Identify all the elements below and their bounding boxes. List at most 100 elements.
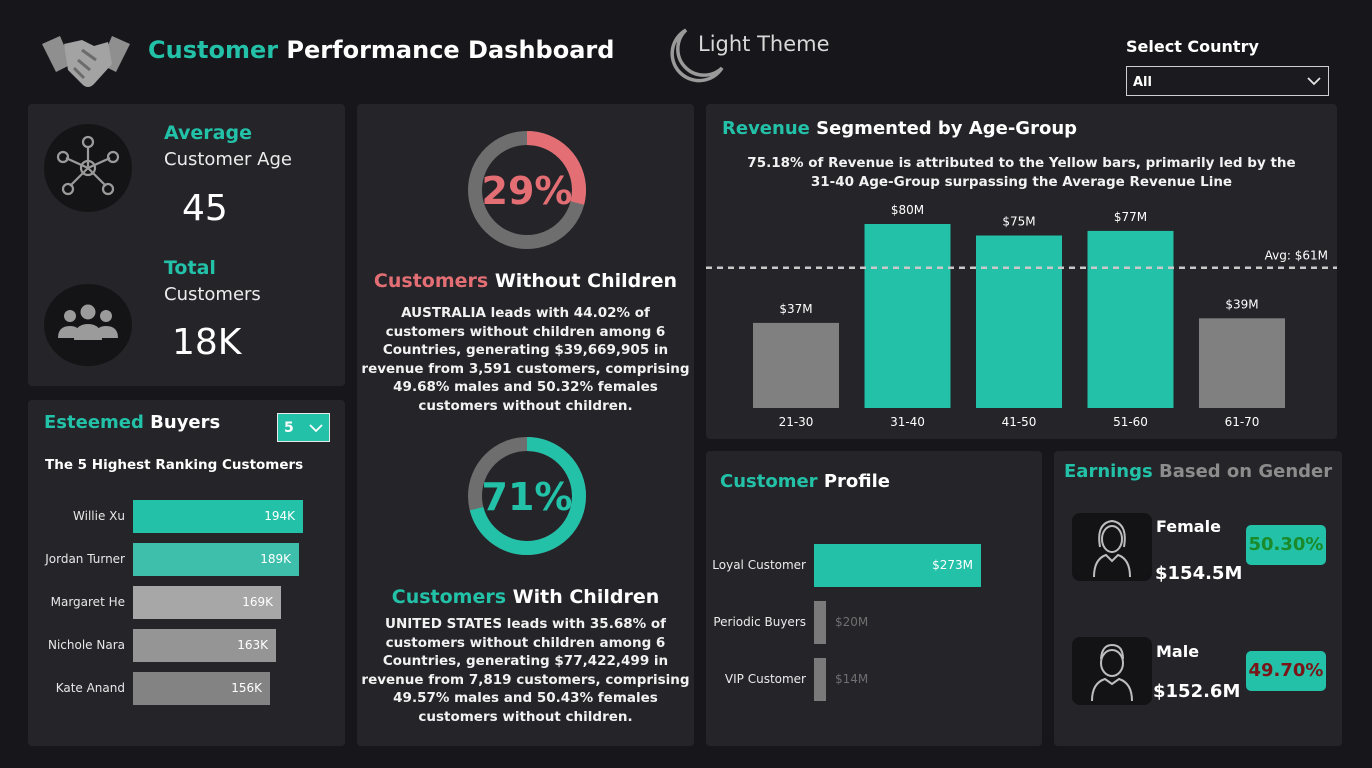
gender-title: Earnings Based on Gender xyxy=(1064,461,1332,482)
buyer-name: Willie Xu xyxy=(73,509,125,523)
profile-value: $20M xyxy=(835,615,869,629)
profile-value: $273M xyxy=(932,558,973,572)
top-n-value: 5 xyxy=(284,420,294,436)
revenue-bar[interactable] xyxy=(976,235,1062,409)
gender-title-rest: Based on Gender xyxy=(1152,461,1333,482)
male-amount: $152.6M xyxy=(1153,681,1241,702)
revenue-bar-chart: $37M 21-30 $80M 31-40 $75M 41-50 $77M 51-60 $39M… xyxy=(706,203,1337,429)
without-title-rest: Without Children xyxy=(488,270,678,292)
female-amount: $154.5M xyxy=(1155,563,1243,584)
buyers-title-rest: Buyers xyxy=(143,412,221,433)
kpi-age-line2: Customer Age xyxy=(164,149,292,170)
revenue-category-label: 51-60 xyxy=(1113,415,1148,429)
buyers-bar-chart: Willie Xu 194K Jordan Turner 189K Margaret H… xyxy=(28,500,345,720)
without-children-text: AUSTRALIA leads with 44.02% of customers… xyxy=(361,305,690,414)
esteemed-buyers-card: Esteemed Buyers 5 The 5 Highest Ranking … xyxy=(28,400,345,746)
revenue-subtitle: 75.18% of Revenue is attributed to the Y… xyxy=(747,155,1296,190)
country-select[interactable]: All xyxy=(1126,66,1329,96)
chevron-down-icon xyxy=(309,424,323,433)
revenue-bar-label: $77M xyxy=(1114,210,1147,224)
revenue-bar-label: $75M xyxy=(1002,215,1035,229)
buyer-value: 156K xyxy=(231,681,262,695)
group-people-icon xyxy=(44,284,132,366)
buyer-value: 169K xyxy=(242,595,273,609)
with-children-donut: 71% xyxy=(468,437,586,555)
revenue-category-label: 31-40 xyxy=(890,415,925,429)
buyer-bar[interactable]: 194K xyxy=(133,500,303,533)
profile-value: $14M xyxy=(835,672,869,686)
without-title-highlight: Customers xyxy=(373,270,489,292)
buyer-name: Kate Anand xyxy=(55,681,125,695)
with-children-text: UNITED STATES leads with 35.68% of custo… xyxy=(361,616,690,725)
kpi-total-line1: Total xyxy=(164,257,216,279)
customer-profile-card: Customer Profile Loyal Customer $273M Peri… xyxy=(706,451,1042,746)
page-title: Customer Performance Dashboard xyxy=(148,36,614,64)
buyer-name: Jordan Turner xyxy=(45,552,125,566)
buyer-value: 163K xyxy=(237,638,268,652)
theme-label: Light Theme xyxy=(698,32,830,56)
revenue-bar[interactable] xyxy=(753,322,839,408)
network-people-icon xyxy=(44,124,132,212)
buyer-name: Nichole Nara xyxy=(47,638,125,652)
country-select-value: All xyxy=(1133,75,1152,90)
buyer-name: Margaret He xyxy=(50,595,125,609)
revenue-bar[interactable] xyxy=(1199,318,1285,408)
male-percent-badge: 49.70% xyxy=(1246,651,1326,691)
buyer-bar[interactable]: 156K xyxy=(133,672,270,705)
buyer-value: 189K xyxy=(260,552,291,566)
with-title-highlight: Customers xyxy=(391,586,507,608)
children-donuts-card: 29% Customers Without Children AUSTRALIA… xyxy=(357,104,694,746)
female-avatar-icon xyxy=(1072,513,1152,581)
revenue-title-highlight: Revenue xyxy=(722,118,810,139)
profile-bar[interactable] xyxy=(814,658,826,701)
buyer-value: 194K xyxy=(264,509,295,523)
average-revenue-label: Avg: $61M xyxy=(1265,249,1328,263)
buyers-title: Esteemed Buyers xyxy=(44,412,220,433)
handshake-icon xyxy=(38,30,134,92)
title-rest: Performance Dashboard xyxy=(278,36,615,64)
buyer-bar[interactable]: 169K xyxy=(133,586,281,619)
with-title-rest: With Children xyxy=(506,586,660,608)
profile-name: Periodic Buyers xyxy=(713,615,806,629)
revenue-title: Revenue Segmented by Age-Group xyxy=(722,118,1077,139)
profile-title-rest: Profile xyxy=(817,471,890,492)
theme-toggle-button[interactable]: Light Theme xyxy=(660,22,860,92)
kpi-card: Average Customer Age 45 Total Customers … xyxy=(28,104,345,386)
female-percent-badge: 50.30% xyxy=(1246,525,1326,565)
country-select-label: Select Country xyxy=(1126,37,1259,56)
revenue-bar[interactable] xyxy=(1087,230,1174,408)
top-n-dropdown[interactable]: 5 xyxy=(277,413,330,442)
buyer-bar[interactable]: 189K xyxy=(133,543,299,576)
male-avatar-icon xyxy=(1072,637,1152,705)
profile-title: Customer Profile xyxy=(720,471,890,492)
chevron-down-icon xyxy=(1307,77,1321,86)
kpi-total-value: 18K xyxy=(172,322,242,363)
revenue-title-rest: Segmented by Age-Group xyxy=(809,118,1078,139)
profile-bar[interactable]: $273M xyxy=(814,544,981,587)
title-highlight: Customer xyxy=(148,36,279,64)
buyer-bar[interactable]: 163K xyxy=(133,629,276,662)
female-label: Female xyxy=(1156,517,1221,536)
kpi-age-value: 45 xyxy=(182,188,228,229)
revenue-bar[interactable] xyxy=(864,224,951,408)
revenue-category-label: 21-30 xyxy=(779,415,814,429)
kpi-age-line1: Average xyxy=(164,122,252,144)
revenue-bar-label: $39M xyxy=(1225,297,1258,311)
profile-name: Loyal Customer xyxy=(712,558,806,572)
profile-bar[interactable] xyxy=(814,601,826,644)
revenue-bar-label: $37M xyxy=(779,302,812,316)
without-children-percent: 29% xyxy=(482,169,573,213)
male-label: Male xyxy=(1156,642,1200,661)
kpi-total-line2: Customers xyxy=(164,284,261,305)
revenue-age-card: Revenue Segmented by Age-Group 75.18% of… xyxy=(706,104,1337,439)
buyers-subtitle: The 5 Highest Ranking Customers xyxy=(45,457,304,473)
without-children-donut: 29% xyxy=(468,131,586,249)
gender-earnings-card: Earnings Based on Gender Female $154.5M … xyxy=(1054,451,1342,746)
gender-title-highlight: Earnings xyxy=(1064,461,1153,482)
profile-bar-chart: Loyal Customer $273M Periodic Buyers $20M VI… xyxy=(706,541,1042,711)
revenue-category-label: 61-70 xyxy=(1225,415,1260,429)
without-children-title: Customers Without Children xyxy=(357,270,694,292)
revenue-category-label: 41-50 xyxy=(1002,415,1037,429)
with-children-title: Customers With Children xyxy=(357,586,694,608)
profile-title-highlight: Customer xyxy=(720,471,818,492)
